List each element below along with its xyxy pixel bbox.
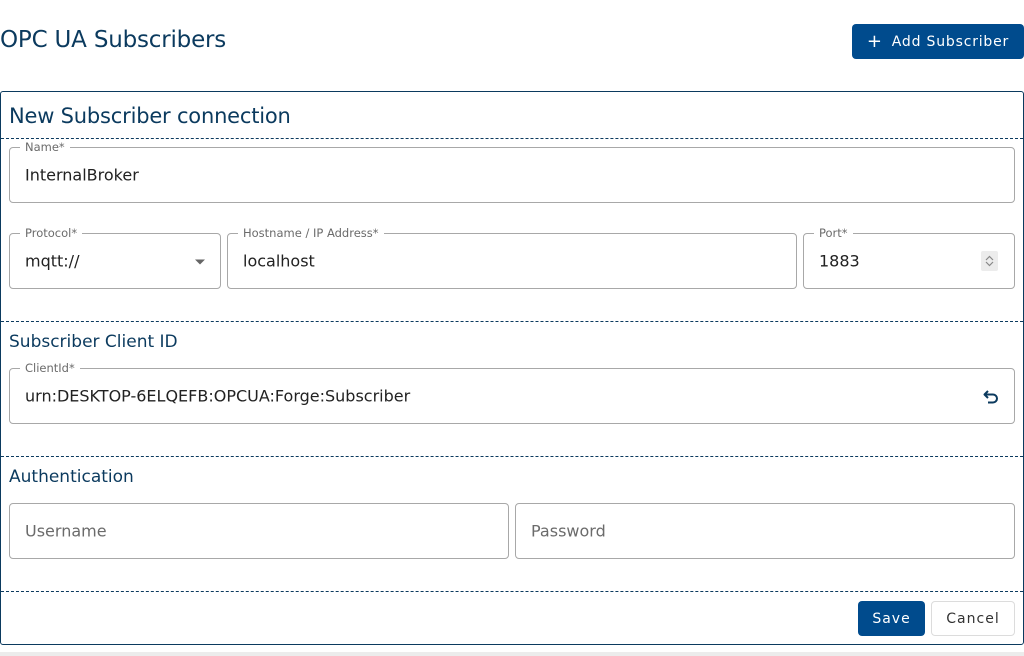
hostname-value[interactable]: localhost <box>243 252 315 271</box>
cancel-button[interactable]: Cancel <box>931 601 1015 636</box>
page-title: OPC UA Subscribers <box>0 27 227 53</box>
port-stepper[interactable] <box>981 251 998 271</box>
new-subscriber-card: New Subscriber connection Name* Internal… <box>0 91 1024 645</box>
username-placeholder: Username <box>25 521 107 541</box>
protocol-label: Protocol* <box>20 226 83 240</box>
client-id-field[interactable]: ClientId* urn:DESKTOP-6ELQEFB:OPCUA:Forg… <box>9 361 1015 424</box>
authentication-section-title: Authentication <box>9 467 134 487</box>
card-title: New Subscriber connection <box>9 104 291 128</box>
hostname-label: Hostname / IP Address* <box>238 226 384 240</box>
port-value[interactable]: 1883 <box>819 252 860 271</box>
chevron-down-icon[interactable] <box>985 261 994 267</box>
port-label: Port* <box>814 226 853 240</box>
bottom-divider <box>0 652 1024 656</box>
username-field[interactable]: Username <box>9 503 509 559</box>
protocol-select[interactable]: Protocol* mqtt:// <box>9 226 221 289</box>
protocol-value: mqtt:// <box>25 251 80 271</box>
hostname-field[interactable]: Hostname / IP Address* localhost <box>227 226 797 289</box>
undo-icon[interactable] <box>982 387 1000 405</box>
name-label: Name* <box>20 140 70 154</box>
plus-icon: + <box>866 30 883 52</box>
password-placeholder: Password <box>531 521 606 541</box>
name-field[interactable]: Name* InternalBroker <box>9 140 1015 203</box>
caret-down-icon[interactable] <box>195 259 205 265</box>
client-id-section-title: Subscriber Client ID <box>9 332 178 352</box>
name-value[interactable]: InternalBroker <box>25 166 139 185</box>
divider <box>1 138 1023 139</box>
password-field[interactable]: Password <box>515 503 1015 559</box>
divider <box>1 591 1023 592</box>
save-button[interactable]: Save <box>858 601 925 636</box>
port-field[interactable]: Port* 1883 <box>803 226 1015 289</box>
divider <box>1 321 1023 322</box>
add-subscriber-label: Add Subscriber <box>891 33 1010 50</box>
divider <box>1 456 1023 457</box>
add-subscriber-button[interactable]: + Add Subscriber <box>852 24 1024 59</box>
client-id-value[interactable]: urn:DESKTOP-6ELQEFB:OPCUA:Forge:Subscrib… <box>25 387 410 406</box>
client-id-label: ClientId* <box>20 361 80 375</box>
